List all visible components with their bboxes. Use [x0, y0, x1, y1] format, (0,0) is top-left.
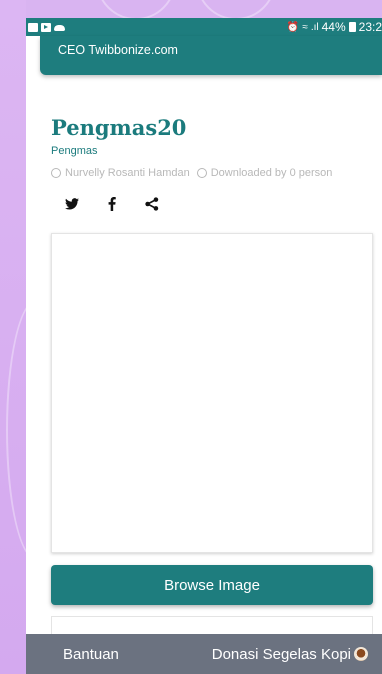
wifi-icon: ≈	[302, 21, 308, 33]
author-name[interactable]: Nurvelly Rosanti Hamdan	[65, 167, 190, 179]
background-decoration	[96, 0, 176, 20]
ceo-label[interactable]: CEO Twibbonize.com	[58, 43, 178, 57]
app-header: CEO Twibbonize.com	[40, 36, 382, 75]
youtube-icon	[41, 22, 51, 32]
phone-screen: ⏰ ≈ .ıl 44% 23:2 CEO Twibbonize.com Peng…	[26, 18, 382, 674]
share-icon[interactable]	[144, 196, 160, 212]
status-right: ⏰ ≈ .ıl 44% 23:2	[287, 20, 382, 34]
battery-icon	[348, 22, 356, 32]
bottom-navigation: Bantuan Donasi Segelas Kopi	[26, 634, 382, 674]
share-bar	[64, 196, 160, 212]
background-decoration	[196, 0, 276, 20]
sim-icon	[28, 22, 38, 32]
download-icon	[196, 168, 207, 178]
facebook-icon[interactable]	[104, 196, 120, 212]
signal-icon: .ıl	[310, 21, 319, 33]
help-link[interactable]: Bantuan	[63, 646, 119, 663]
status-left-icons	[28, 22, 65, 32]
image-preview-area[interactable]	[51, 233, 373, 553]
cloud-icon	[54, 25, 65, 31]
user-icon	[51, 168, 61, 178]
campaign-meta: Nurvelly Rosanti Hamdan Downloaded by 0 …	[51, 167, 332, 179]
battery-percent: 44%	[321, 20, 346, 34]
download-count: Downloaded by 0 person	[210, 167, 333, 179]
twitter-icon[interactable]	[64, 196, 80, 212]
alarm-icon: ⏰	[286, 21, 300, 33]
status-time: 23:2	[358, 20, 382, 34]
status-bar: ⏰ ≈ .ıl 44% 23:2	[26, 18, 382, 36]
top-background	[26, 0, 382, 20]
donate-label: Donasi Segelas Kopi	[211, 645, 351, 663]
left-background	[0, 0, 66, 674]
campaign-title: Pengmas20	[51, 115, 187, 140]
campaign-category[interactable]: Pengmas	[51, 145, 97, 157]
donate-link[interactable]: Donasi Segelas Kopi	[212, 646, 368, 663]
browse-image-button[interactable]: Browse Image	[51, 565, 373, 605]
coffee-icon	[354, 646, 368, 661]
